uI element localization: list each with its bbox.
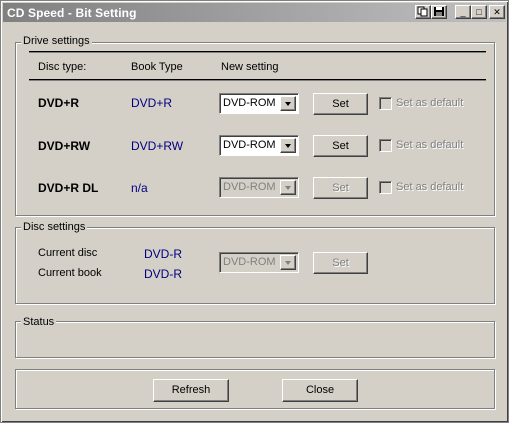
set-button[interactable]: Set <box>313 135 368 157</box>
save-icon[interactable] <box>431 5 447 19</box>
set-as-default-checkbox[interactable] <box>379 139 392 152</box>
chevron-down-icon[interactable] <box>280 138 296 153</box>
current-disc-value: DVD-R <box>144 247 182 261</box>
set-button: Set <box>313 177 368 199</box>
set-as-default-label: Set as default <box>396 181 464 193</box>
disc-type-dvd-plus-rw: DVD+RW <box>38 139 91 153</box>
current-book-value: DVD-R <box>144 267 182 281</box>
new-setting-header: New setting <box>221 61 279 73</box>
set-as-default-checkbox[interactable] <box>379 97 392 110</box>
maximize-button[interactable]: □ <box>471 5 487 19</box>
set-as-default-checkbox <box>379 181 392 194</box>
set-as-default-label: Set as default <box>396 97 464 109</box>
close-button[interactable]: ✕ <box>489 5 505 19</box>
window-title: CD Speed - Bit Setting <box>7 6 137 20</box>
chevron-down-icon <box>280 180 296 195</box>
set-button[interactable]: Set <box>313 93 368 115</box>
header-separator-bottom <box>29 79 486 81</box>
current-book-label: Current book <box>38 267 102 279</box>
chevron-down-icon <box>280 255 296 270</box>
drive-settings-label: Drive settings <box>21 35 92 47</box>
disc-type-dvd-plus-r: DVD+R <box>38 96 80 110</box>
copy-icon[interactable] <box>415 5 431 19</box>
select-value: DVD-ROM <box>223 97 276 109</box>
book-type-header: Book Type <box>131 61 183 73</box>
disc-set-button: Set <box>313 252 368 274</box>
book-type-value: DVD+RW <box>131 139 184 153</box>
minimize-button[interactable]: _ <box>455 5 471 19</box>
disc-type-header: Disc type: <box>38 61 87 73</box>
select-value: DVD-ROM <box>223 139 276 151</box>
disc-setting-select: DVD-ROM <box>219 252 299 273</box>
refresh-button[interactable]: Refresh <box>153 379 229 402</box>
book-type-value: DVD+R <box>131 96 173 110</box>
select-value: DVD-ROM <box>223 256 276 268</box>
new-setting-select[interactable]: DVD-ROM <box>219 93 299 114</box>
disc-settings-label: Disc settings <box>21 221 88 233</box>
disc-type-dvd-plus-r-dl: DVD+R DL <box>38 181 99 195</box>
bit-setting-window: CD Speed - Bit Setting _ □ ✕ Drive setti… <box>0 0 509 423</box>
book-type-value: n/a <box>131 181 148 195</box>
select-value: DVD-ROM <box>223 181 276 193</box>
header-separator-top <box>29 51 486 53</box>
status-group <box>15 321 495 358</box>
new-setting-select[interactable]: DVD-ROM <box>219 135 299 156</box>
new-setting-select: DVD-ROM <box>219 177 299 198</box>
chevron-down-icon[interactable] <box>280 96 296 111</box>
title-bar[interactable]: CD Speed - Bit Setting _ □ ✕ <box>3 3 506 22</box>
current-disc-label: Current disc <box>38 247 98 259</box>
status-label: Status <box>21 316 57 328</box>
set-as-default-label: Set as default <box>396 139 464 151</box>
footer-group <box>15 369 495 409</box>
close-dialog-button[interactable]: Close <box>282 379 358 402</box>
